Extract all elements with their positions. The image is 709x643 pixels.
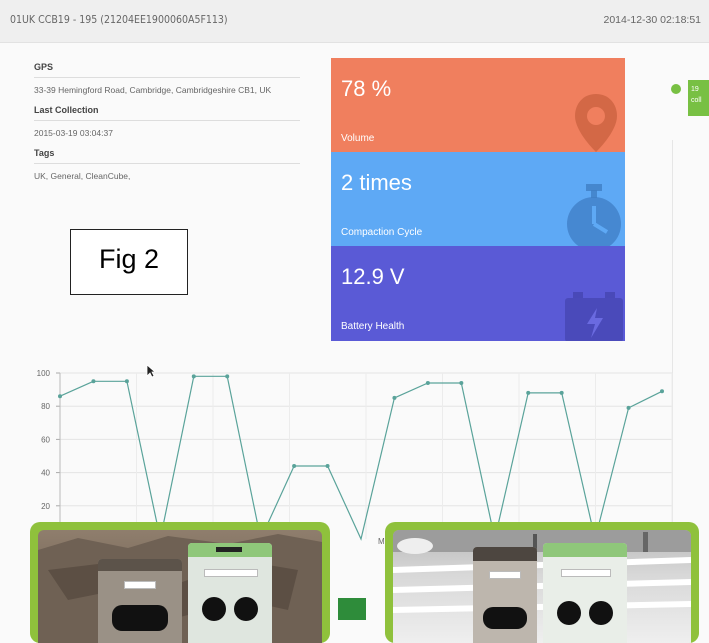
bin-hole [234,597,258,621]
volume-line-chart: 20 40 60 80 100 M [37,369,673,545]
battery-label: Battery Health [341,321,405,332]
photo-scene [393,530,691,643]
device-id: 01UK CCB19 - 195 (21204EE1900060A5F113) [10,14,228,26]
figure-label: Fig 2 [98,244,160,274]
compaction-label: Compaction Cycle [341,227,423,238]
data-point [225,374,230,379]
bin-label [489,571,521,579]
recycling-bin [188,543,272,643]
bin-hole [589,601,613,625]
data-point [124,379,129,384]
battery-value: 12.9 V [341,264,405,289]
timeline-tab: 19 coll [688,80,709,116]
data-point [425,380,430,385]
data-point [526,390,531,395]
data-point [91,379,96,384]
bin-slot [112,605,168,631]
battery-tile: 12.9 V Battery Health [331,246,625,341]
bin-label [124,581,156,589]
divider [34,77,300,78]
bins-photo-left [30,522,330,643]
series-line [59,375,663,541]
data-point [292,463,297,468]
data-point [325,463,330,468]
timeline-entry[interactable]: 19 coll [671,80,709,120]
y-tick-label: 20 [41,502,50,511]
bin-label [204,569,258,577]
bin-slot [483,607,527,629]
tags-label: Tags [34,148,55,158]
divider [34,120,300,121]
volume-value: 78 % [341,76,392,101]
last-collection-label: Last Collection [34,105,99,115]
timeline-dot [671,84,681,94]
photo-scene [38,530,322,643]
trash-bin-general [98,559,182,643]
gps-label: GPS [34,62,54,72]
compaction-tile: 2 times Compaction Cycle [331,152,625,246]
green-label-tag [338,598,366,620]
mouse-cursor-icon [146,364,156,378]
street-scene [393,530,691,613]
header-timestamp: 2014-12-30 02:18:51 [603,14,702,26]
divider [34,163,300,164]
dashboard-page: 01UK CCB19 - 195 (21204EE1900060A5F113) … [0,0,709,643]
data-point [626,405,631,410]
y-tick-label: 60 [41,435,50,444]
gps-value: 33-39 Hemingford Road, Cambridge, Cambri… [34,85,272,95]
header-bar: 01UK CCB19 - 195 (21204EE1900060A5F113) … [0,0,709,43]
bin-hole [202,597,226,621]
info-panel: GPS 33-39 Hemingford Road, Cambridge, Ca… [34,62,300,183]
status-tiles: 78 % Volume 2 times Compaction Cycle 12.… [331,58,625,341]
data-point [459,380,464,385]
trash-bin-general [473,547,537,643]
data-point [559,390,564,395]
compaction-value: 2 times [341,170,412,195]
location-pin-icon [575,94,617,152]
data-point [392,395,397,400]
y-tick-label: 100 [37,369,51,378]
y-tick-label: 40 [41,469,50,478]
battery-icon [565,292,623,341]
bin-label [561,569,611,577]
y-tick-label: 80 [41,402,50,411]
data-point [191,374,196,379]
x-tick-label: M [378,537,385,545]
volume-label: Volume [341,133,375,144]
bin-hole [557,601,581,625]
stopwatch-icon [567,184,621,246]
figure-label-box: Fig 2 [70,229,188,295]
bins-photo-right [385,522,699,643]
last-collection-value: 2015-03-19 03:04:37 [34,128,113,138]
recycling-bin [543,543,627,643]
volume-tile: 78 % Volume [331,58,625,152]
data-point [660,389,664,394]
data-point [58,394,62,399]
tags-value: UK, General, CleanCube, [34,171,131,181]
